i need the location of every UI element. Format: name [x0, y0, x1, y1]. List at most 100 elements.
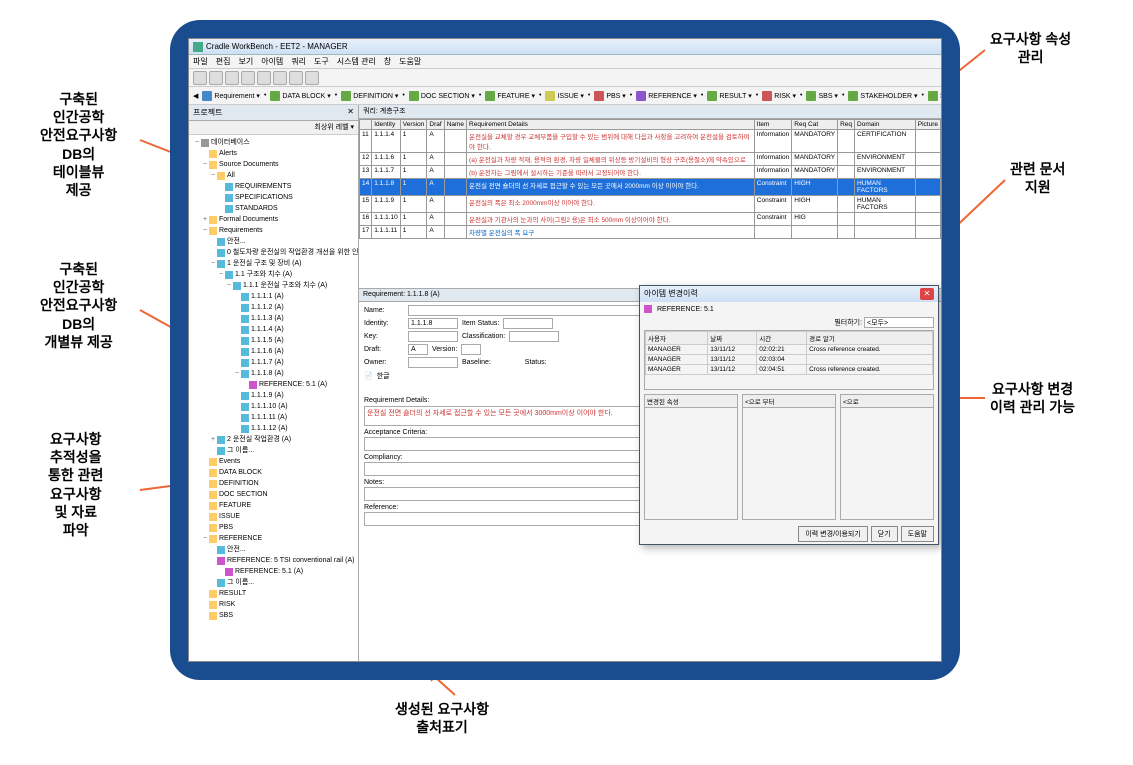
col-header[interactable]: Domain — [855, 120, 916, 130]
tb-icon[interactable] — [209, 71, 223, 85]
tree-item[interactable]: −REFERENCE — [191, 533, 356, 544]
dialog-button[interactable]: 도움말 — [901, 526, 934, 542]
tree-item[interactable]: 1.1.1.2 (A) — [191, 302, 356, 313]
menu-item[interactable]: 파일 — [193, 56, 208, 67]
tree-item[interactable]: DOC SECTION — [191, 489, 356, 500]
tree-item[interactable]: −Source Documents — [191, 159, 356, 170]
tree-item[interactable]: 안전... — [191, 236, 356, 247]
history-row[interactable]: MANAGER13/11/1202:03:04 — [646, 355, 933, 365]
hangul-tab[interactable]: 한글 — [377, 371, 390, 381]
tree-item[interactable]: REFERENCE: 5.1 (A) — [191, 379, 356, 390]
tree-item[interactable]: −1.1.1.8 (A) — [191, 368, 356, 379]
table-row[interactable]: 141.1.1.81A 운전실 전면 숄더의 선 자세로 접근할 수 있는 모든… — [360, 179, 941, 196]
tree-item[interactable]: 1.1.1.1 (A) — [191, 291, 356, 302]
ribbon-item[interactable]: Requirement ▾ — [202, 91, 260, 101]
table-row[interactable]: 131.1.1.71A (b) 운전자는 그림에서 설시하는 기준을 따라서 고… — [360, 166, 941, 179]
tree-item[interactable]: −1 운전실 구조 및 장비 (A) — [191, 258, 356, 269]
tb-icon[interactable] — [225, 71, 239, 85]
table-row[interactable]: 121.1.1.61A (a) 운전실과 차량 적재, 용적의 환경, 차량 일… — [360, 153, 941, 166]
tree-item[interactable]: 그 이름... — [191, 445, 356, 456]
tree-item[interactable]: Events — [191, 456, 356, 467]
tree-item[interactable]: SBS — [191, 610, 356, 621]
tree-item[interactable]: PBS — [191, 522, 356, 533]
col-header[interactable]: Requirement Details — [467, 120, 755, 130]
draft-input[interactable] — [408, 344, 428, 355]
menu-item[interactable]: 보기 — [238, 56, 253, 67]
col-header[interactable]: Picture — [915, 120, 940, 130]
menu-item[interactable]: 편집 — [216, 56, 231, 67]
tree-item[interactable]: FEATURE — [191, 500, 356, 511]
col-header[interactable]: Req Cat — [792, 120, 838, 130]
tree-item[interactable]: +2 운전실 작업환경 (A) — [191, 434, 356, 445]
tree-item[interactable]: 1.1.1.10 (A) — [191, 401, 356, 412]
tree-item[interactable]: −All — [191, 170, 356, 181]
ribbon-item[interactable]: DATA BLOCK ▾ — [270, 91, 330, 101]
ribbon-item[interactable]: SYSTEM REQ ▾ — [928, 91, 941, 101]
tree-item[interactable]: −1.1.1 운전실 구조와 치수 (A) — [191, 280, 356, 291]
ribbon-item[interactable]: STAKEHOLDER ▾ — [848, 91, 917, 101]
table-row[interactable]: 111.1.1.41A 운전실을 교체할 경우 교체부품을 구입할 수 있는 범… — [360, 130, 941, 153]
tree-item[interactable]: 1.1.1.3 (A) — [191, 313, 356, 324]
ribbon-item[interactable]: PBS ▾ — [594, 91, 625, 101]
table-row[interactable]: 161.1.1.101A 운전실과 기관사의 눈과의 사이(그림2 용)은 최소… — [360, 213, 941, 226]
owner-input[interactable] — [408, 357, 458, 368]
menu-item[interactable]: 시스템 관리 — [337, 56, 376, 67]
col-header[interactable] — [360, 120, 372, 130]
col-header[interactable]: Version — [400, 120, 427, 130]
ribbon-item[interactable]: SBS ▾ — [806, 91, 837, 101]
ribbon-item[interactable]: REFERENCE ▾ — [636, 91, 697, 101]
tree-item[interactable]: 1.1.1.6 (A) — [191, 346, 356, 357]
tb-icon[interactable] — [257, 71, 271, 85]
ribbon-item[interactable]: RISK ▾ — [762, 91, 796, 101]
tree-item[interactable]: 1.1.1.12 (A) — [191, 423, 356, 434]
nav-back-icon[interactable]: ◀ — [193, 92, 198, 100]
tree-item[interactable]: 안전... — [191, 544, 356, 555]
ribbon-item[interactable]: DEFINITION ▾ — [341, 91, 398, 101]
tree-item[interactable]: −1.1 구조와 치수 (A) — [191, 269, 356, 280]
tree-item[interactable]: 1.1.1.11 (A) — [191, 412, 356, 423]
sidebar-sub[interactable]: 최상위 레벨 ▾ — [189, 121, 358, 135]
tree-item[interactable]: Alerts — [191, 148, 356, 159]
identity-input[interactable] — [408, 318, 458, 329]
tree-item[interactable]: REFERENCE: 5.1 (A) — [191, 566, 356, 577]
ribbon-item[interactable]: DOC SECTION ▾ — [409, 91, 475, 101]
tree-item[interactable]: DEFINITION — [191, 478, 356, 489]
classification-input[interactable] — [509, 331, 559, 342]
filter-select[interactable] — [864, 317, 934, 328]
tb-icon[interactable] — [273, 71, 287, 85]
col-header[interactable]: Draf — [427, 120, 444, 130]
tree-item[interactable]: −데이터베이스 — [191, 137, 356, 148]
tree-item[interactable]: SPECIFICATIONS — [191, 192, 356, 203]
sidebar-close-icon[interactable]: ✕ — [347, 107, 354, 118]
history-grid[interactable]: 사용자날짜시간경로 알기MANAGER13/11/1202:02:21Cross… — [644, 330, 934, 390]
grid[interactable]: IdentityVersionDrafNameRequirement Detai… — [359, 119, 941, 289]
itemstatus-input[interactable] — [503, 318, 553, 329]
menu-item[interactable]: 쿼리 — [291, 56, 306, 67]
col-header[interactable]: Name — [444, 120, 466, 130]
tree-item[interactable]: STANDARDS — [191, 203, 356, 214]
table-row[interactable]: 151.1.1.91A 운전실의 폭은 최소 2000mm이상 이어야 한다.C… — [360, 196, 941, 213]
dialog-button[interactable]: 이력 변경/이용되기 — [798, 526, 867, 542]
tree-item[interactable]: DATA BLOCK — [191, 467, 356, 478]
tb-icon[interactable] — [193, 71, 207, 85]
menubar[interactable]: 파일 편집 보기 아이템 쿼리 도구 시스템 관리 창 도움말 — [189, 55, 941, 69]
dialog-filter[interactable]: 필터하기: — [640, 316, 938, 330]
menu-item[interactable]: 도구 — [314, 56, 329, 67]
menu-item[interactable]: 도움말 — [399, 56, 421, 67]
tree-item[interactable]: 그 이름... — [191, 577, 356, 588]
tree-item[interactable]: 1.1.1.5 (A) — [191, 335, 356, 346]
tree-item[interactable]: REQUIREMENTS — [191, 181, 356, 192]
col-header[interactable]: Req — [838, 120, 855, 130]
tb-icon[interactable] — [289, 71, 303, 85]
tree-item[interactable]: 1.1.1.7 (A) — [191, 357, 356, 368]
dialog-button[interactable]: 닫기 — [871, 526, 898, 542]
tree-item[interactable]: 1.1.1.4 (A) — [191, 324, 356, 335]
menu-item[interactable]: 창 — [384, 56, 391, 67]
tb-icon[interactable] — [305, 71, 319, 85]
table-row[interactable]: 171.1.1.111A 차량별 운전실의 폭 요구 — [360, 226, 941, 239]
dialog-titlebar[interactable]: 아이템 변경이력 ✕ — [640, 286, 938, 302]
close-icon[interactable]: ✕ — [920, 288, 934, 300]
tree-item[interactable]: ISSUE — [191, 511, 356, 522]
menu-item[interactable]: 아이템 — [261, 56, 283, 67]
tree-item[interactable]: REFERENCE: 5 TSI conventional rail (A) — [191, 555, 356, 566]
